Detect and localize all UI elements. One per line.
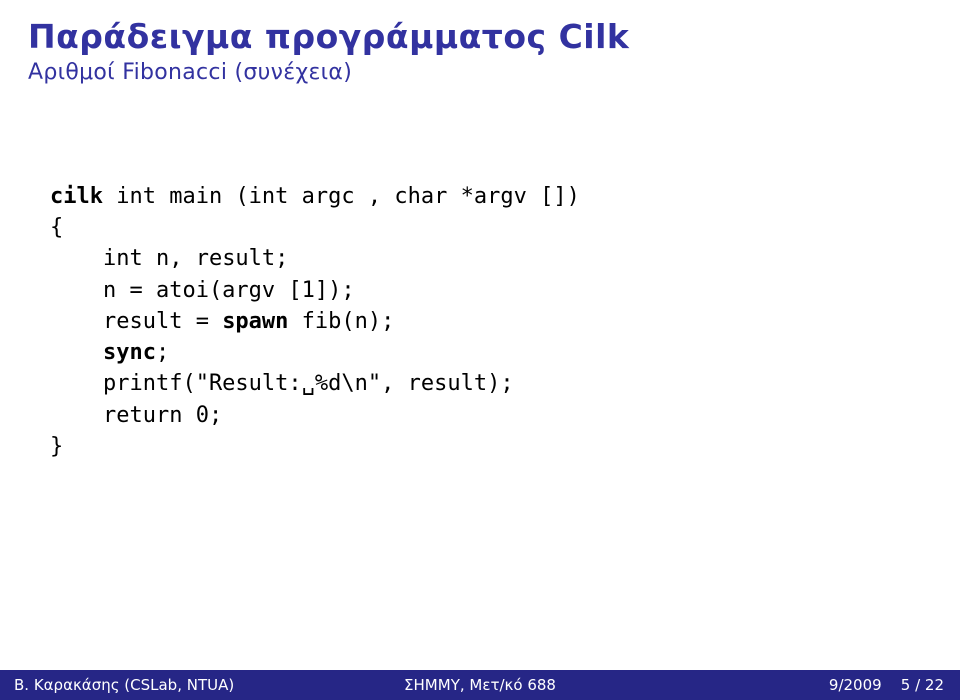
footer-course: ΣΗΜΜΥ, Μετ/κό 688 bbox=[404, 676, 556, 694]
code-text: main (int bbox=[156, 184, 288, 209]
footer-page: 5 / 22 bbox=[901, 676, 944, 694]
footer-bar: Β. Καρακάσης (CSLab, NTUA) ΣΗΜΜΥ, Μετ/κό… bbox=[0, 670, 960, 700]
code-text: int bbox=[103, 184, 156, 209]
footer-date: 9/2009 bbox=[829, 676, 882, 694]
code-text bbox=[50, 340, 103, 365]
code-kw-spawn: spawn bbox=[222, 309, 288, 334]
code-text: result = bbox=[50, 309, 222, 334]
code-text: return bbox=[50, 403, 182, 428]
code-text: n = atoi(argv [1]); bbox=[50, 278, 355, 303]
code-kw-sync: sync bbox=[103, 340, 156, 365]
footer-author: Β. Καρακάσης (CSLab, NTUA) bbox=[14, 676, 234, 694]
code-text: n, result; bbox=[143, 246, 289, 271]
footer-right: 9/2009 5 / 22 bbox=[829, 676, 944, 694]
code-kw-cilk: cilk bbox=[50, 184, 103, 209]
code-block: cilk int main (int argc , char *argv [])… bbox=[50, 181, 932, 462]
code-text: int bbox=[50, 246, 143, 271]
code-text: argc , char bbox=[288, 184, 447, 209]
code-text: printf("Result:␣%d\n", result); bbox=[50, 371, 514, 396]
slide: Παράδειγμα προγράμματος Cilk Αριθμοί Fib… bbox=[0, 0, 960, 700]
code-text: *argv []) bbox=[447, 184, 579, 209]
code-text: { bbox=[50, 215, 63, 240]
code-text: fib(n); bbox=[288, 309, 394, 334]
code-text: ; bbox=[156, 340, 169, 365]
slide-subtitle: Αριθμοί Fibonacci (συνέχεια) bbox=[28, 60, 932, 85]
code-text: 0; bbox=[182, 403, 222, 428]
slide-title: Παράδειγμα προγράμματος Cilk bbox=[28, 18, 932, 56]
code-text: } bbox=[50, 434, 63, 459]
